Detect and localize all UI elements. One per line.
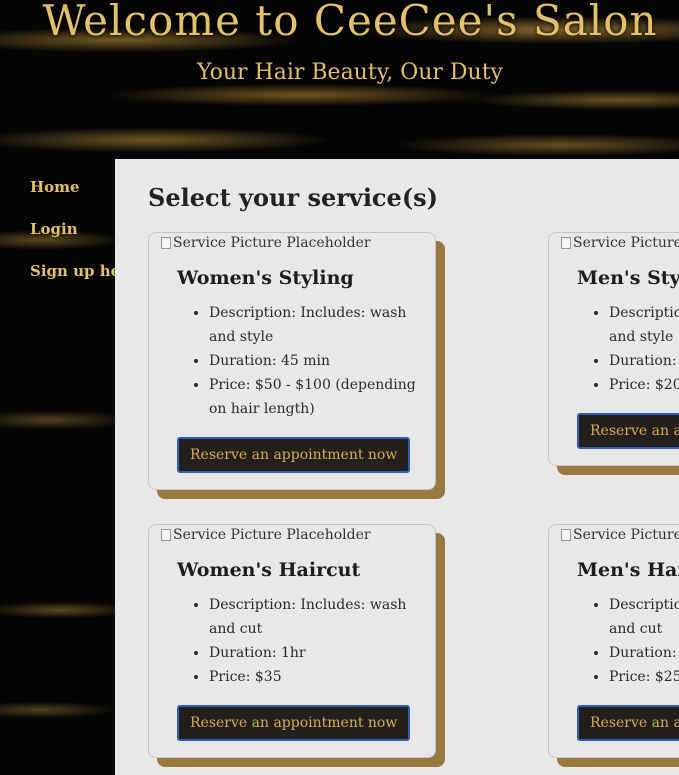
section-title: Select your service(s) xyxy=(148,183,439,212)
service-image-placeholder: Service Picture Placeholder xyxy=(561,233,679,251)
service-duration: Duration: 45 min xyxy=(209,349,419,373)
nav-login-link[interactable]: Login xyxy=(30,220,120,238)
service-price: Price: $20 xyxy=(609,373,679,397)
service-card: Service Picture Placeholder Women's Styl… xyxy=(148,232,436,490)
service-description: Description: Includes: wash and style xyxy=(209,301,419,349)
service-price: Price: $50 - $100 (depending on hair len… xyxy=(209,373,419,421)
reserve-appointment-button[interactable]: Reserve an appointment now xyxy=(577,413,679,449)
service-details: Description: Includes: wash and style Du… xyxy=(609,301,679,397)
service-price: Price: $25 xyxy=(609,665,679,689)
image-alt-text: Service Picture Placeholder xyxy=(173,527,371,543)
main-content: Select your service(s) Service Picture P… xyxy=(115,159,679,775)
service-description: Description: Includes: wash and cut xyxy=(609,593,679,641)
service-image-placeholder: Service Picture Placeholder xyxy=(161,233,419,251)
site-header: Welcome to CeeCee's Salon Your Hair Beau… xyxy=(0,0,679,160)
reserve-appointment-button[interactable]: Reserve an appointment now xyxy=(177,437,411,473)
broken-image-icon xyxy=(561,529,571,541)
image-alt-text: Service Picture Placeholder xyxy=(573,235,679,251)
service-duration: Duration: 1hr xyxy=(209,641,419,665)
service-name: Men's Styling xyxy=(577,267,679,289)
service-image-placeholder: Service Picture Placeholder xyxy=(161,525,419,543)
reserve-appointment-button[interactable]: Reserve an appointment now xyxy=(577,705,679,741)
reserve-appointment-button[interactable]: Reserve an appointment now xyxy=(177,705,411,741)
service-card: Service Picture Placeholder Men's Haircu… xyxy=(548,524,679,758)
service-name: Women's Haircut xyxy=(177,559,361,581)
nav-signup-link[interactable]: Sign up here xyxy=(30,262,138,280)
site-title: Welcome to CeeCee's Salon xyxy=(42,0,658,45)
service-price: Price: $35 xyxy=(209,665,419,689)
service-details: Description: Includes: wash and style Du… xyxy=(209,301,419,421)
service-card: Service Picture Placeholder Women's Hair… xyxy=(148,524,436,758)
service-image-placeholder: Service Picture Placeholder xyxy=(561,525,679,543)
service-details: Description: Includes: wash and cut Dura… xyxy=(609,593,679,689)
service-details: Description: Includes: wash and cut Dura… xyxy=(209,593,419,689)
service-description: Description: Includes: wash and cut xyxy=(209,593,419,641)
site-tagline: Your Hair Beauty, Our Duty xyxy=(197,60,503,85)
service-name: Women's Styling xyxy=(177,267,354,289)
service-card: Service Picture Placeholder Men's Stylin… xyxy=(548,232,679,466)
service-duration: Duration: 45 min xyxy=(609,641,679,665)
service-duration: Duration: 45 min xyxy=(609,349,679,373)
nav-home-link[interactable]: Home xyxy=(30,178,120,196)
image-alt-text: Service Picture Placeholder xyxy=(573,527,679,543)
sidebar-nav: Home Login Sign up here xyxy=(30,178,138,304)
service-name: Men's Haircut xyxy=(577,559,679,581)
image-alt-text: Service Picture Placeholder xyxy=(173,235,371,251)
broken-image-icon xyxy=(161,237,171,249)
broken-image-icon xyxy=(161,529,171,541)
service-description: Description: Includes: wash and style xyxy=(609,301,679,349)
broken-image-icon xyxy=(561,237,571,249)
